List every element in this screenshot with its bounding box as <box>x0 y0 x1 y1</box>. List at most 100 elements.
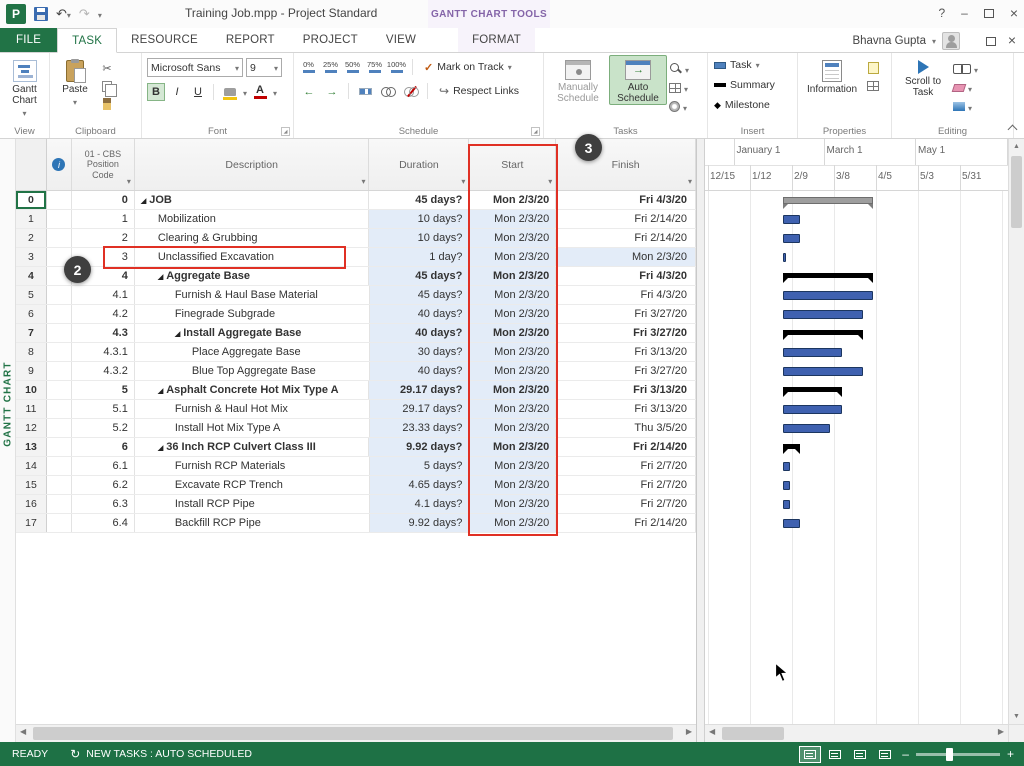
scrollbar-thumb[interactable] <box>1011 156 1022 228</box>
duration-cell[interactable]: 10 days? <box>369 210 469 228</box>
task-name-cell[interactable]: Asphalt Concrete Hot Mix Type A <box>135 381 370 399</box>
indicator-cell[interactable] <box>47 267 72 285</box>
finish-cell[interactable]: Fri 2/7/20 <box>556 476 696 494</box>
gantt-chart-view-button[interactable]: Gantt Chart <box>3 55 46 120</box>
gantt-chart-view-icon[interactable] <box>799 746 821 763</box>
table-row[interactable]: 166.3Install RCP Pipe4.1 days?Mon 2/3/20… <box>16 495 696 514</box>
gantt-bar-task[interactable] <box>783 310 863 319</box>
start-cell[interactable]: Mon 2/3/20 <box>469 514 556 532</box>
indicator-cell[interactable] <box>47 248 72 266</box>
task-name-cell[interactable]: Backfill RCP Pipe <box>135 514 370 532</box>
indicator-cell[interactable] <box>47 457 72 475</box>
row-number-cell[interactable]: 3 <box>16 248 47 266</box>
cbs-code-cell[interactable]: 6.4 <box>72 514 135 532</box>
indicator-cell[interactable] <box>47 476 72 494</box>
duration-cell[interactable]: 1 day? <box>369 248 469 266</box>
close-button[interactable] <box>1010 5 1018 21</box>
collapse-triangle-icon[interactable] <box>175 327 180 339</box>
table-row[interactable]: 125.2Install Hot Mix Type A23.33 days?Mo… <box>16 419 696 438</box>
gantt-bar-summary[interactable] <box>783 444 800 449</box>
insert-summary-button[interactable]: Summary <box>711 75 794 95</box>
finish-cell[interactable]: Fri 4/3/20 <box>556 286 696 304</box>
new-tasks-mode-button[interactable]: NEW TASKS : AUTO SCHEDULED <box>60 747 262 761</box>
zoom-in-button[interactable] <box>1007 747 1014 761</box>
link-tasks-button[interactable] <box>378 82 398 100</box>
finish-cell[interactable]: Fri 3/13/20 <box>556 381 696 399</box>
start-cell[interactable]: Mon 2/3/20 <box>469 400 556 418</box>
row-number-cell[interactable]: 16 <box>16 495 47 513</box>
fill-button[interactable] <box>951 97 980 116</box>
cbs-code-cell[interactable]: 6.1 <box>72 457 135 475</box>
indicator-cell[interactable] <box>47 286 72 304</box>
task-name-cell[interactable]: Furnish RCP Materials <box>135 457 370 475</box>
start-cell[interactable]: Mon 2/3/20 <box>469 210 556 228</box>
timescale-header[interactable]: January 1March 1May 1July 1 12/151/122/9… <box>705 139 1008 191</box>
split-task-button[interactable] <box>355 82 375 100</box>
task-name-cell[interactable]: Install Aggregate Base <box>135 324 370 342</box>
indicator-cell[interactable] <box>47 400 72 418</box>
task-name-cell[interactable]: Place Aggregate Base <box>135 343 370 361</box>
tab-view[interactable]: VIEW <box>372 28 430 52</box>
row-number-cell[interactable]: 11 <box>16 400 47 418</box>
row-number-cell[interactable]: 12 <box>16 419 47 437</box>
table-row[interactable]: 33Unclassified Excavation1 day?Mon 2/3/2… <box>16 248 696 267</box>
column-filter-caret-icon[interactable] <box>688 175 692 187</box>
insert-task-button[interactable]: Task <box>711 55 794 75</box>
column-filter-caret-icon[interactable] <box>461 175 465 187</box>
tab-project[interactable]: PROJECT <box>289 28 372 52</box>
gantt-bar-task[interactable] <box>783 500 790 509</box>
duration-cell[interactable]: 45 days? <box>369 267 469 285</box>
zoom-slider-thumb[interactable] <box>946 748 953 761</box>
gantt-bar-task[interactable] <box>783 234 800 243</box>
start-cell[interactable]: Mon 2/3/20 <box>469 476 556 494</box>
gantt-bar-summary[interactable] <box>783 330 863 335</box>
find-button[interactable] <box>951 59 980 78</box>
clear-button[interactable] <box>951 78 980 97</box>
indent-task-button[interactable] <box>322 82 342 100</box>
collapse-triangle-icon[interactable] <box>158 270 163 282</box>
table-row[interactable]: 64.2Finegrade Subgrade40 days?Mon 2/3/20… <box>16 305 696 324</box>
start-column-header[interactable]: Start <box>469 139 556 190</box>
task-name-cell[interactable]: Install RCP Pipe <box>135 495 370 513</box>
duration-cell[interactable]: 29.17 days? <box>369 381 469 399</box>
task-notes-button[interactable] <box>863 59 883 77</box>
start-cell[interactable]: Mon 2/3/20 <box>469 362 556 380</box>
scrollbar-thumb[interactable] <box>722 727 784 740</box>
duration-cell[interactable]: 23.33 days? <box>370 419 470 437</box>
indicator-cell[interactable] <box>47 210 72 228</box>
table-row[interactable]: 22Clearing & Grubbing10 days?Mon 2/3/20F… <box>16 229 696 248</box>
column-filter-caret-icon[interactable] <box>127 175 131 187</box>
duration-cell[interactable]: 5 days? <box>370 457 470 475</box>
row-number-cell[interactable]: 7 <box>16 324 47 342</box>
duration-cell[interactable]: 9.92 days? <box>370 514 470 532</box>
start-cell[interactable]: Mon 2/3/20 <box>469 305 556 323</box>
scroll-left-icon[interactable] <box>20 727 26 736</box>
bold-button[interactable]: B <box>147 83 165 101</box>
collapse-ribbon-button[interactable] <box>1008 124 1016 132</box>
scroll-right-icon[interactable] <box>686 727 692 736</box>
inspect-task-button[interactable] <box>667 59 691 78</box>
duration-cell[interactable]: 4.1 days? <box>370 495 470 513</box>
indicator-cell[interactable] <box>47 229 72 247</box>
indicator-cell[interactable] <box>47 343 72 361</box>
row-number-cell[interactable]: 13 <box>16 438 47 456</box>
font-dialog-launcher[interactable] <box>281 127 290 136</box>
account-area[interactable]: Bhavna Gupta <box>852 28 960 53</box>
row-number-cell[interactable]: 14 <box>16 457 47 475</box>
gantt-bar-task[interactable] <box>783 215 800 224</box>
gantt-bar-task[interactable] <box>783 424 830 433</box>
duration-cell[interactable]: 40 days? <box>370 305 470 323</box>
task-name-cell[interactable]: Install Hot Mix Type A <box>135 419 370 437</box>
gantt-bar-task[interactable] <box>783 405 842 414</box>
font-size-select[interactable]: 9 <box>246 58 282 77</box>
document-close-button[interactable] <box>1008 32 1016 50</box>
background-color-button[interactable] <box>220 83 240 101</box>
column-filter-caret-icon[interactable] <box>361 175 365 187</box>
table-row[interactable]: 146.1Furnish RCP Materials5 days?Mon 2/3… <box>16 457 696 476</box>
cbs-code-cell[interactable]: 4.3.1 <box>72 343 135 361</box>
row-number-cell[interactable]: 17 <box>16 514 47 532</box>
cbs-code-cell[interactable]: 5.1 <box>72 400 135 418</box>
tab-report[interactable]: REPORT <box>212 28 289 52</box>
copy-button[interactable] <box>97 77 117 95</box>
save-icon[interactable] <box>34 7 48 21</box>
